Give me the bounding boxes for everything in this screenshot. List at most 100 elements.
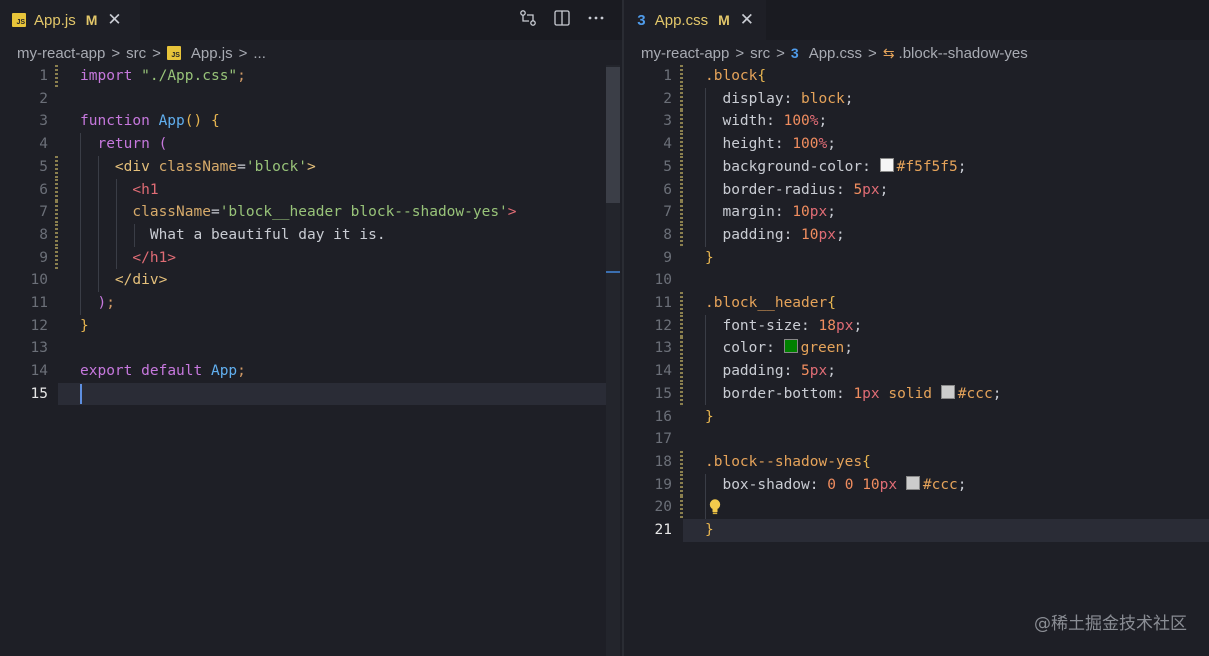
code-line[interactable]: 11 .block__header{ bbox=[624, 292, 1209, 315]
code-line[interactable]: 2 display: block; bbox=[624, 87, 1209, 111]
close-icon[interactable]: ✕ bbox=[107, 10, 121, 30]
code-line[interactable]: 19 box-shadow: 0 0 10px #ccc; bbox=[624, 473, 1209, 497]
line-number: 4 bbox=[663, 136, 672, 153]
tab-title: App.css bbox=[654, 11, 709, 29]
code-line[interactable]: 13 color: green; bbox=[624, 337, 1209, 361]
watermark: @稀土掘金技术社区 bbox=[1034, 614, 1187, 634]
code-line[interactable]: 6 border-radius: 5px; bbox=[624, 178, 1209, 202]
chevron-right-icon: > bbox=[735, 44, 745, 62]
breadcrumb-item-symbol[interactable]: .block--shadow-yes bbox=[899, 45, 1028, 62]
code-line[interactable]: 14 export default App; bbox=[0, 360, 622, 383]
code-text: export default App; bbox=[80, 363, 246, 380]
more-actions-icon[interactable] bbox=[586, 8, 606, 28]
code-line[interactable]: 15 bbox=[0, 382, 622, 406]
breadcrumb-item-symbol[interactable]: ... bbox=[253, 45, 266, 62]
close-icon[interactable]: ✕ bbox=[740, 10, 754, 30]
editor-group-right: 3 App.css M ✕ my-react-app > src > 3 App… bbox=[624, 0, 1209, 656]
code-line[interactable]: 3 width: 100%; bbox=[624, 110, 1209, 134]
line-number: 9 bbox=[663, 249, 672, 266]
line-number: 14 bbox=[30, 363, 48, 380]
line-number: 16 bbox=[654, 408, 672, 425]
line-number: 3 bbox=[39, 113, 48, 130]
code-line[interactable]: 11 ); bbox=[0, 292, 622, 315]
code-line[interactable]: 7 className='block__header block--shadow… bbox=[0, 201, 622, 224]
line-number: 14 bbox=[654, 363, 672, 380]
code-line[interactable]: 3 function App() { bbox=[0, 110, 622, 133]
code-line[interactable]: 21} bbox=[624, 519, 1209, 542]
split-editor-icon[interactable] bbox=[552, 8, 572, 28]
chevron-right-icon: > bbox=[152, 44, 161, 62]
modified-line-marker bbox=[680, 178, 683, 202]
code-line[interactable]: 12} bbox=[0, 315, 622, 338]
code-line[interactable]: 13 bbox=[0, 337, 622, 360]
line-number: 15 bbox=[654, 385, 672, 402]
scrollbar-thumb[interactable] bbox=[606, 67, 620, 203]
line-number: 12 bbox=[30, 317, 48, 334]
code-editor-app-js[interactable]: 1 import "./App.css"; 2 3 function App() {4 … bbox=[0, 65, 622, 656]
current-line-highlight bbox=[683, 519, 1209, 542]
breadcrumb-item-file[interactable]: App.css bbox=[809, 45, 862, 62]
line-number: 9 bbox=[39, 249, 48, 266]
code-line[interactable]: 2 bbox=[0, 88, 622, 111]
code-line[interactable]: 4 return ( bbox=[0, 133, 622, 156]
code-line[interactable]: 14 padding: 5px; bbox=[624, 360, 1209, 383]
code-line[interactable]: 9 </h1> bbox=[0, 246, 622, 270]
code-line[interactable]: 18 .block--shadow-yes{ bbox=[624, 450, 1209, 474]
code-editor-app-css[interactable]: 1 .block{2 display: block; 3 width: 100%; 4… bbox=[624, 65, 1209, 656]
code-line[interactable]: 5 background-color: #f5f5f5; bbox=[624, 155, 1209, 179]
code-line[interactable]: 8 What a beautiful day it is. bbox=[0, 223, 622, 247]
code-line[interactable]: 5 <div className='block'> bbox=[0, 155, 622, 179]
code-text: } bbox=[705, 249, 714, 266]
code-text: display: block; bbox=[722, 90, 854, 107]
code-line[interactable]: 10 bbox=[624, 269, 1209, 292]
modified-line-marker bbox=[680, 292, 683, 315]
modified-indicator: M bbox=[85, 12, 98, 28]
line-number: 15 bbox=[30, 385, 48, 402]
breadcrumb-item-file[interactable]: App.js bbox=[191, 45, 233, 62]
tab-app-css[interactable]: 3 App.css M ✕ bbox=[624, 0, 766, 40]
cursor-position-marker bbox=[606, 271, 620, 273]
code-text: .block__header{ bbox=[705, 295, 836, 311]
breadcrumb-item-folder[interactable]: src bbox=[750, 45, 770, 62]
breadcrumb-item-project[interactable]: my-react-app bbox=[17, 45, 105, 62]
tab-title: App.js bbox=[34, 11, 76, 29]
line-number: 10 bbox=[654, 272, 672, 289]
code-text: ); bbox=[97, 295, 115, 311]
modified-line-marker bbox=[680, 314, 683, 338]
code-line[interactable]: 10 </div> bbox=[0, 269, 622, 292]
current-line-highlight bbox=[58, 382, 608, 406]
modified-line-marker bbox=[680, 360, 683, 383]
code-line[interactable]: 1 import "./App.css"; bbox=[0, 65, 622, 88]
code-text: margin: 10px; bbox=[722, 204, 836, 221]
code-line[interactable]: 17 bbox=[624, 428, 1209, 451]
modified-line-marker bbox=[55, 201, 58, 224]
code-line[interactable]: 1 .block{ bbox=[624, 65, 1209, 88]
breadcrumb-item-project[interactable]: my-react-app bbox=[641, 45, 729, 62]
modified-line-marker bbox=[680, 87, 683, 111]
code-text: .block{ bbox=[705, 68, 767, 84]
code-text: color: green; bbox=[722, 339, 853, 357]
lightbulb-icon[interactable] bbox=[708, 498, 722, 516]
tab-app-js[interactable]: JS App.js M ✕ bbox=[0, 0, 140, 40]
code-text: What a beautiful day it is. bbox=[149, 226, 386, 243]
line-number: 3 bbox=[663, 113, 672, 130]
breadcrumb-item-folder[interactable]: src bbox=[126, 45, 146, 62]
code-line[interactable]: 9} bbox=[624, 247, 1209, 270]
code-line[interactable]: 15 border-bottom: 1px solid #ccc; bbox=[624, 382, 1209, 406]
code-line[interactable]: 4 height: 100%; bbox=[624, 133, 1209, 156]
code-line[interactable]: 8 padding: 10px; bbox=[624, 223, 1209, 247]
line-number: 8 bbox=[39, 226, 48, 243]
code-line[interactable]: 6 <h1 bbox=[0, 178, 622, 202]
code-line[interactable]: 16} bbox=[624, 406, 1209, 429]
breadcrumb: my-react-app > src > JS App.js > ... bbox=[0, 41, 266, 65]
line-number: 12 bbox=[654, 317, 672, 334]
modified-line-marker bbox=[680, 110, 683, 134]
line-number: 4 bbox=[39, 136, 48, 153]
code-line[interactable]: 12 font-size: 18px; bbox=[624, 314, 1209, 338]
modified-line-marker bbox=[55, 65, 58, 88]
code-line[interactable]: 7 margin: 10px; bbox=[624, 201, 1209, 224]
modified-line-marker bbox=[680, 337, 683, 361]
modified-line-marker bbox=[55, 246, 58, 270]
open-changes-icon[interactable] bbox=[518, 8, 538, 28]
scrollbar-left[interactable] bbox=[606, 65, 620, 656]
